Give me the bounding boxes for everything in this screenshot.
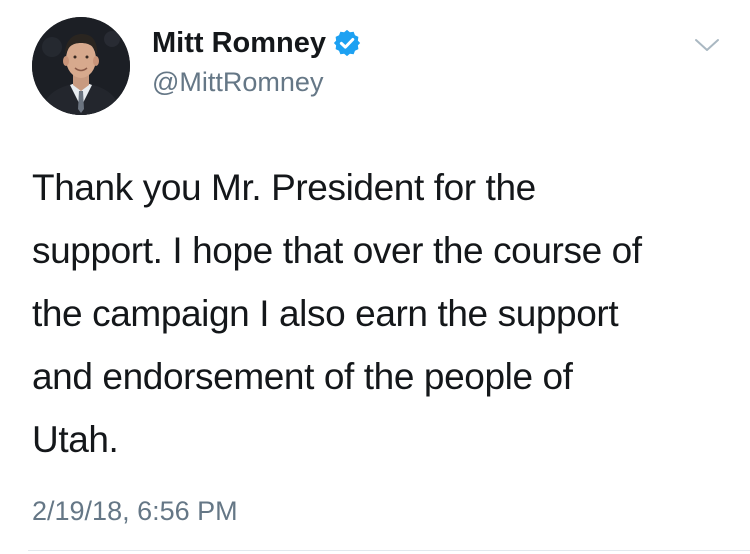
author-name-text: Mitt Romney — [152, 27, 326, 59]
tweet-timestamp[interactable]: 2/19/18, 6:56 PM — [32, 494, 238, 528]
author-avatar[interactable] — [32, 17, 130, 115]
author-handle[interactable]: @MittRomney — [152, 65, 323, 99]
divider — [28, 550, 750, 551]
verified-badge-icon — [333, 29, 361, 57]
author-display-name[interactable]: Mitt Romney — [152, 25, 362, 61]
chevron-down-icon[interactable] — [692, 33, 722, 57]
tweet-text: Thank you Mr. President for the support.… — [32, 167, 642, 460]
tweet-card: Mitt Romney @MittRomney Thank you Mr. Pr… — [0, 0, 750, 554]
profile-photo-icon — [32, 17, 130, 115]
